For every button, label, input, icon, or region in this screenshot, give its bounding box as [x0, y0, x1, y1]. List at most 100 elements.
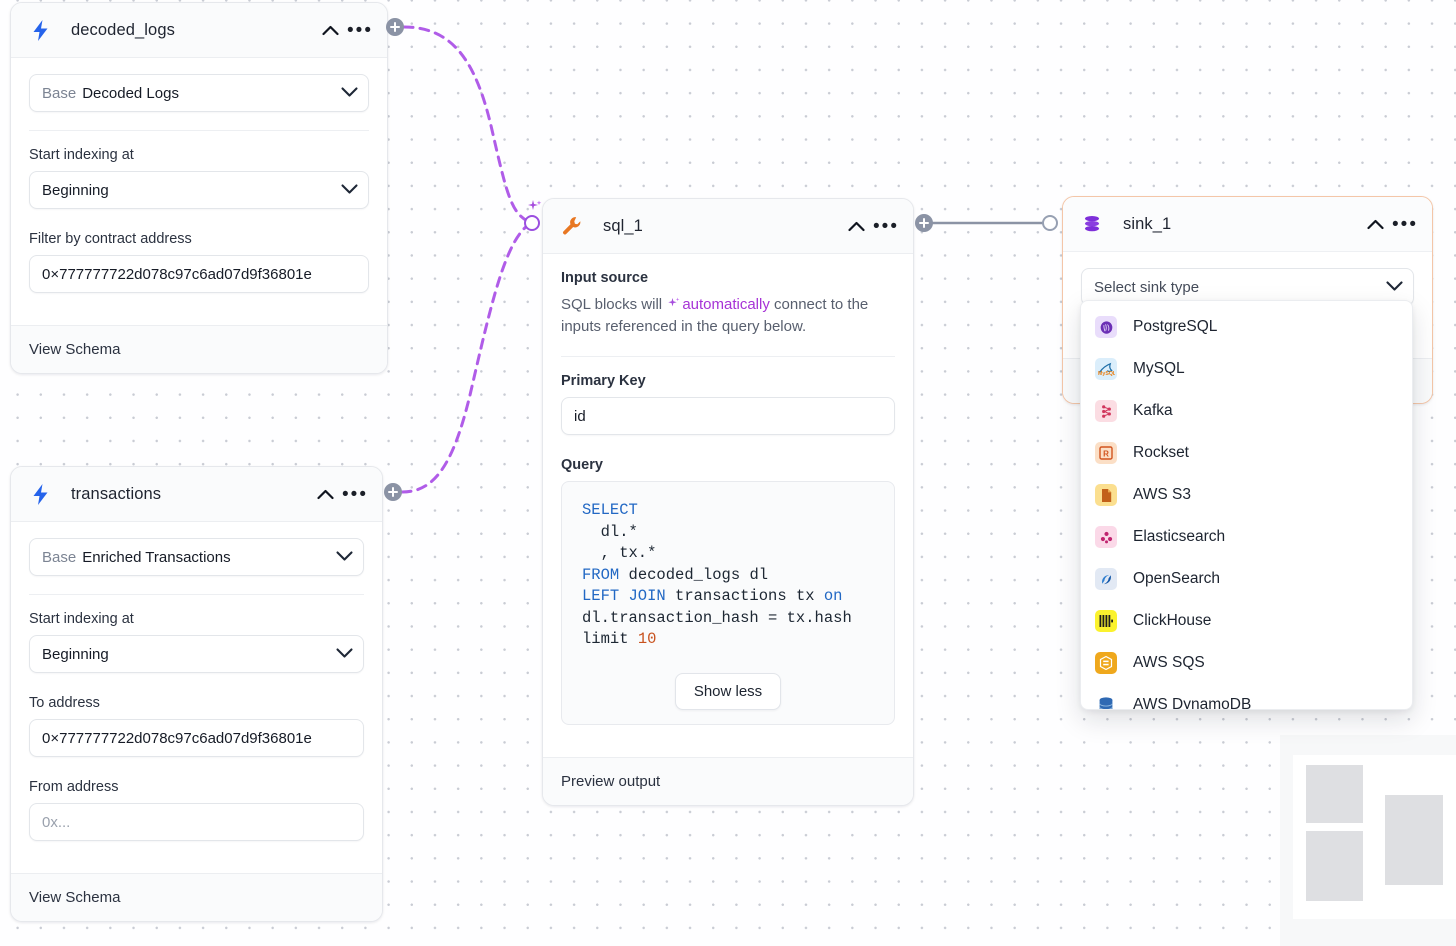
edge-decoded-to-sql [404, 27, 531, 223]
sink-option-label: Rockset [1133, 444, 1189, 462]
node-sql-1[interactable]: sql_1 ••• Input source SQL blocks will a… [542, 198, 914, 806]
sink-option-label: PostgreSQL [1133, 318, 1217, 336]
query-label: Query [561, 457, 895, 473]
edge-handle-sql-out[interactable] [915, 214, 933, 232]
lightning-bolt-icon [29, 483, 51, 505]
sink-option-aws-dynamodb[interactable]: AWS DynamoDB [1081, 684, 1412, 710]
sink-option-label: Elasticsearch [1133, 528, 1225, 546]
sink-option-postgresql[interactable]: PostgreSQL [1081, 306, 1412, 348]
node-body: Base Enriched Transactions Start indexin… [11, 522, 382, 873]
node-body: Base Decoded Logs Start indexing at Begi… [11, 58, 387, 325]
edge-handle-sink-in[interactable] [1042, 215, 1058, 231]
sink-option-label: AWS SQS [1133, 654, 1205, 672]
start-indexing-label: Start indexing at [29, 147, 369, 163]
divider [29, 130, 369, 131]
edge-transactions-to-sql [402, 223, 531, 492]
collapse-chevron-up-icon[interactable] [843, 213, 869, 239]
source-select-prefix: Base [42, 549, 76, 566]
collapse-chevron-up-icon[interactable] [317, 17, 343, 43]
sink-option-elasticsearch[interactable]: Elasticsearch [1081, 516, 1412, 558]
sink-option-mysql[interactable]: MySQL MySQL [1081, 348, 1412, 390]
svg-text:R: R [1103, 450, 1109, 459]
sink-option-label: MySQL [1133, 360, 1185, 378]
node-title: sql_1 [603, 217, 843, 236]
aws-dynamodb-icon [1095, 694, 1117, 710]
node-title: decoded_logs [71, 21, 317, 40]
canvas-minimap[interactable] [1280, 735, 1456, 946]
wrench-icon [561, 215, 583, 237]
elasticsearch-icon [1095, 526, 1117, 548]
node-menu-icon[interactable]: ••• [342, 481, 368, 507]
sink-option-label: ClickHouse [1133, 612, 1211, 630]
filter-contract-address-input[interactable]: 0×777777722d078c97c6ad07d9f36801e [29, 255, 369, 293]
sink-option-rockset[interactable]: R Rockset [1081, 432, 1412, 474]
divider [29, 594, 364, 595]
source-select-prefix: Base [42, 85, 76, 102]
collapse-chevron-up-icon[interactable] [312, 481, 338, 507]
start-indexing-select-transactions[interactable]: Beginning [29, 635, 364, 673]
source-select-decoded-logs[interactable]: Base Decoded Logs [29, 74, 369, 112]
minimap-node [1385, 795, 1443, 885]
kafka-icon [1095, 400, 1117, 422]
flow-canvas[interactable]: decoded_logs ••• Base Decoded Logs Start… [0, 0, 1456, 946]
from-address-input[interactable]: 0x... [29, 803, 364, 841]
source-select-transactions[interactable]: Base Enriched Transactions [29, 538, 364, 576]
node-header[interactable]: transactions ••• [11, 467, 382, 522]
minimap-node [1306, 765, 1363, 823]
view-schema-link-transactions[interactable]: View Schema [11, 873, 382, 921]
sink-option-label: AWS DynamoDB [1133, 696, 1251, 710]
hint-text-magic: automatically [682, 296, 770, 313]
node-transactions[interactable]: transactions ••• Base Enriched Transacti… [10, 466, 383, 922]
show-less-button[interactable]: Show less [675, 673, 781, 710]
filter-contract-address-label: Filter by contract address [29, 231, 369, 247]
chevron-down-icon [1386, 279, 1403, 296]
from-address-label: From address [29, 779, 364, 795]
node-menu-icon[interactable]: ••• [347, 17, 373, 43]
sink-option-opensearch[interactable]: OpenSearch [1081, 558, 1412, 600]
sparkle-icon [666, 296, 681, 311]
sink-option-label: AWS S3 [1133, 486, 1191, 504]
opensearch-icon [1095, 568, 1117, 590]
query-text[interactable]: SELECT dl.* , tx.* FROM decoded_logs dl … [562, 500, 894, 651]
svg-text:MySQL: MySQL [1098, 371, 1115, 376]
preview-output-link[interactable]: Preview output [543, 757, 913, 805]
lightning-bolt-icon [29, 19, 51, 41]
node-menu-icon[interactable]: ••• [873, 213, 899, 239]
node-decoded-logs[interactable]: decoded_logs ••• Base Decoded Logs Start… [10, 2, 388, 374]
node-header[interactable]: decoded_logs ••• [11, 3, 387, 58]
sink-option-aws-sqs[interactable]: AWS SQS [1081, 642, 1412, 684]
sink-type-selected-value: Select sink type [1094, 279, 1199, 296]
sink-option-kafka[interactable]: Kafka [1081, 390, 1412, 432]
sink-option-clickhouse[interactable]: ClickHouse [1081, 600, 1412, 642]
to-address-input[interactable]: 0×777777722d078c97c6ad07d9f36801e [29, 719, 364, 757]
edge-handle-decoded-out[interactable] [386, 18, 404, 36]
chevron-down-icon [341, 85, 358, 102]
clickhouse-icon [1095, 610, 1117, 632]
node-title: sink_1 [1123, 215, 1362, 234]
minimap-node [1306, 831, 1363, 901]
primary-key-input[interactable]: id [561, 397, 895, 435]
start-indexing-select-decoded-logs[interactable]: Beginning [29, 171, 369, 209]
sink-type-dropdown-menu[interactable]: PostgreSQL MySQL MySQL Kafka R Rockset A… [1080, 300, 1413, 710]
edge-handle-sql-in[interactable] [524, 215, 540, 231]
collapse-chevron-up-icon[interactable] [1362, 211, 1388, 237]
sink-option-label: OpenSearch [1133, 570, 1220, 588]
view-schema-link-decoded-logs[interactable]: View Schema [11, 325, 387, 373]
start-indexing-label: Start indexing at [29, 611, 364, 627]
query-editor[interactable]: SELECT dl.* , tx.* FROM decoded_logs dl … [561, 481, 895, 725]
start-indexing-value: Beginning [42, 182, 109, 199]
node-header[interactable]: sink_1 ••• [1063, 197, 1432, 252]
mysql-icon: MySQL [1095, 358, 1117, 380]
hint-text-before: SQL blocks will [561, 296, 666, 313]
node-title: transactions [71, 485, 312, 504]
edge-handle-transactions-out[interactable] [384, 483, 402, 501]
to-address-label: To address [29, 695, 364, 711]
database-stack-icon [1081, 213, 1103, 235]
node-menu-icon[interactable]: ••• [1392, 211, 1418, 237]
rockset-icon: R [1095, 442, 1117, 464]
sink-option-aws-s3[interactable]: AWS S3 [1081, 474, 1412, 516]
postgresql-icon [1095, 316, 1117, 338]
chevron-down-icon [336, 646, 353, 663]
node-header[interactable]: sql_1 ••• [543, 199, 913, 254]
aws-sqs-icon [1095, 652, 1117, 674]
